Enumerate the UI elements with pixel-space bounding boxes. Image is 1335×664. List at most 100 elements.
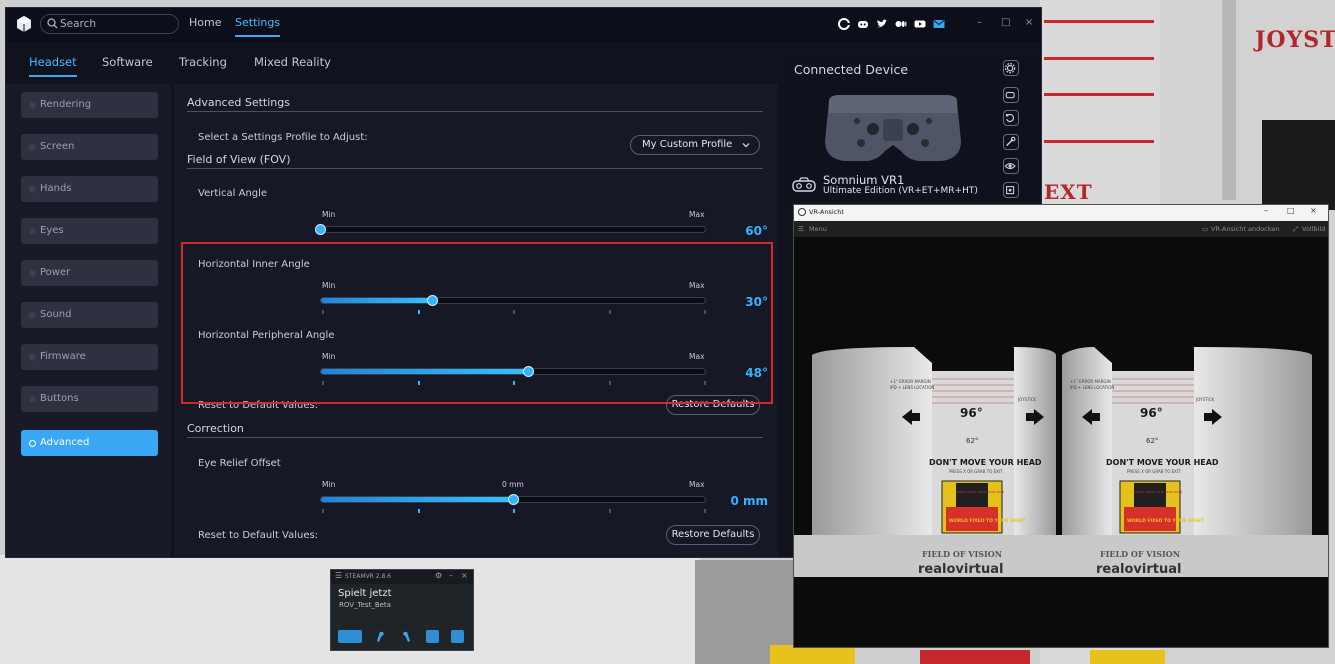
vr-dock-button[interactable]: VR-Ansicht andocken <box>1211 225 1279 233</box>
nav-home[interactable]: Home <box>189 16 221 29</box>
section-divider <box>187 111 763 112</box>
minimize-button[interactable]: – <box>977 17 982 28</box>
sign-footer-right: WORLD FIXED TO YOUR SIGHT <box>1127 518 1204 524</box>
status-dot-icon <box>29 396 36 403</box>
eye-relief-value: 0 mm <box>730 494 768 508</box>
vr-scene-render: +1° ERROR MARGIN IPD + LENS LOCATION JOY… <box>794 345 1328 577</box>
app-icon <box>798 208 806 216</box>
steamvr-menu-icon[interactable]: ☰ <box>335 571 342 580</box>
maximize-button[interactable]: □ <box>1001 17 1010 28</box>
vr-close-button[interactable]: × <box>1310 206 1317 215</box>
status-dot-icon <box>29 186 36 193</box>
search-input[interactable]: Search <box>40 14 179 34</box>
joystick-label-left: JOYSTICK <box>1017 397 1037 402</box>
nav-settings[interactable]: Settings <box>235 16 281 37</box>
profile-label: Select a Settings Profile to Adjust: <box>198 132 368 143</box>
press-text-right: PRESS X OR GRAB TO EXIT <box>1127 469 1181 474</box>
steamvr-title: STEAMVR 2.8.6 <box>345 573 391 580</box>
menu-icon[interactable]: ☰ <box>798 225 804 233</box>
vr-minimize-button[interactable]: – <box>1264 206 1268 215</box>
vr-fullscreen-button[interactable]: Vollbild <box>1302 225 1325 233</box>
medium-icon[interactable] <box>895 18 907 30</box>
margin-sub-right: IPD + LENS LOCATION <box>1070 385 1114 390</box>
settings-icon[interactable] <box>1003 60 1019 76</box>
eye-relief-label: Eye Relief Offset <box>198 458 281 469</box>
vr-title-bar: VR-Ansicht – □ × <box>794 205 1328 221</box>
headset-view-icon[interactable] <box>1003 87 1019 103</box>
status-dot-icon <box>29 312 36 319</box>
reset-icon[interactable] <box>1003 110 1019 126</box>
circle-logo-icon[interactable] <box>838 18 850 30</box>
eye-relief-slider[interactable] <box>320 494 706 513</box>
slider-tick <box>608 509 611 513</box>
sidebar-item-label: Eyes <box>40 225 64 236</box>
sidebar-item-sound[interactable]: Sound <box>21 302 158 328</box>
steamvr-header: ☰ STEAMVR 2.8.6 ⚙ – × <box>331 570 473 584</box>
eye-icon[interactable] <box>1003 158 1019 174</box>
sidebar-item-firmware[interactable]: Firmware <box>21 344 158 370</box>
connected-device-panel: Connected Device Somnium VR1 Ultimate Ed… <box>785 52 1040 212</box>
sidebar-item-label: Sound <box>40 309 72 320</box>
twitter-icon[interactable] <box>876 18 888 30</box>
slider-max-label: Max <box>689 480 705 489</box>
sidebar-item-advanced[interactable]: Advanced <box>21 430 158 456</box>
controller-left-icon[interactable] <box>374 630 387 643</box>
brand-top-left: FIELD OF VISION <box>922 549 1002 559</box>
sidebar-item-screen[interactable]: Screen <box>21 134 158 160</box>
margin-label-right: +1° ERROR MARGIN <box>1070 379 1111 384</box>
sidebar-item-rendering[interactable]: Rendering <box>21 92 158 118</box>
mail-icon[interactable] <box>933 18 945 30</box>
vr-maximize-button[interactable]: □ <box>1287 206 1295 215</box>
fullscreen-icon: ⤢ <box>1293 225 1299 233</box>
discord-icon[interactable] <box>857 18 869 30</box>
vr-menu-button[interactable]: Menu <box>809 225 827 233</box>
device-name: Somnium VR1 <box>823 173 905 187</box>
tracker-icon[interactable] <box>426 630 439 643</box>
warning-left: DON'T MOVE YOUR HEAD <box>929 458 1042 467</box>
sidebar-item-label: Hands <box>40 183 72 194</box>
tracker-icon[interactable] <box>451 630 464 643</box>
tab-mixed-reality[interactable]: Mixed Reality <box>254 55 331 69</box>
section-divider <box>187 437 763 438</box>
fov-small-left: 62° <box>966 437 978 445</box>
status-dot-icon <box>29 270 36 277</box>
sign-footer-left: WORLD FIXED TO YOUR SIGHT <box>949 518 1026 524</box>
sidebar-item-label: Screen <box>40 141 75 152</box>
highlight-box <box>181 242 773 404</box>
slider-thumb[interactable] <box>508 494 519 505</box>
device-edition: Ultimate Edition (VR+ET+MR+HT) <box>823 186 978 196</box>
sidebar-item-buttons[interactable]: Buttons <box>21 386 158 412</box>
slider-mid-label: 0 mm <box>502 480 524 489</box>
profile-select[interactable]: My Custom Profile <box>630 135 760 155</box>
steamvr-settings-icon[interactable]: ⚙ <box>435 571 442 580</box>
tracking-icon[interactable] <box>1003 182 1019 198</box>
game-title: ROV_Test_Beta <box>339 601 391 609</box>
tab-tracking[interactable]: Tracking <box>179 55 227 69</box>
slider-tick <box>417 509 420 513</box>
slider-max-label: Max <box>689 210 705 219</box>
status-dot-icon <box>29 102 36 109</box>
title-bar: Search Home Settings – □ × <box>6 8 1041 42</box>
slider-thumb[interactable] <box>315 224 326 235</box>
sidebar-item-eyes[interactable]: Eyes <box>21 218 158 244</box>
chevron-down-icon <box>742 143 750 148</box>
slider-min-label: Min <box>322 480 336 489</box>
headset-status-icon[interactable] <box>338 630 362 643</box>
close-button[interactable]: × <box>1025 17 1033 28</box>
tab-headset[interactable]: Headset <box>29 55 77 77</box>
sidebar-item-power[interactable]: Power <box>21 260 158 286</box>
sidebar-item-hands[interactable]: Hands <box>21 176 158 202</box>
controller-right-icon[interactable] <box>400 630 413 643</box>
youtube-icon[interactable] <box>914 18 926 30</box>
restore-defaults-correction-button[interactable]: Restore Defaults <box>666 525 760 545</box>
brand-right: realovirtual <box>1096 562 1181 577</box>
tools-icon[interactable] <box>1003 134 1019 150</box>
vertical-angle-value: 60° <box>745 224 768 238</box>
search-placeholder: Search <box>60 18 97 30</box>
steamvr-minimize-button[interactable]: – <box>449 571 453 580</box>
vertical-angle-label: Vertical Angle <box>198 188 268 199</box>
search-icon <box>47 18 58 29</box>
steamvr-close-button[interactable]: × <box>461 571 468 580</box>
tab-software[interactable]: Software <box>102 55 153 69</box>
vertical-angle-slider[interactable] <box>315 224 706 235</box>
